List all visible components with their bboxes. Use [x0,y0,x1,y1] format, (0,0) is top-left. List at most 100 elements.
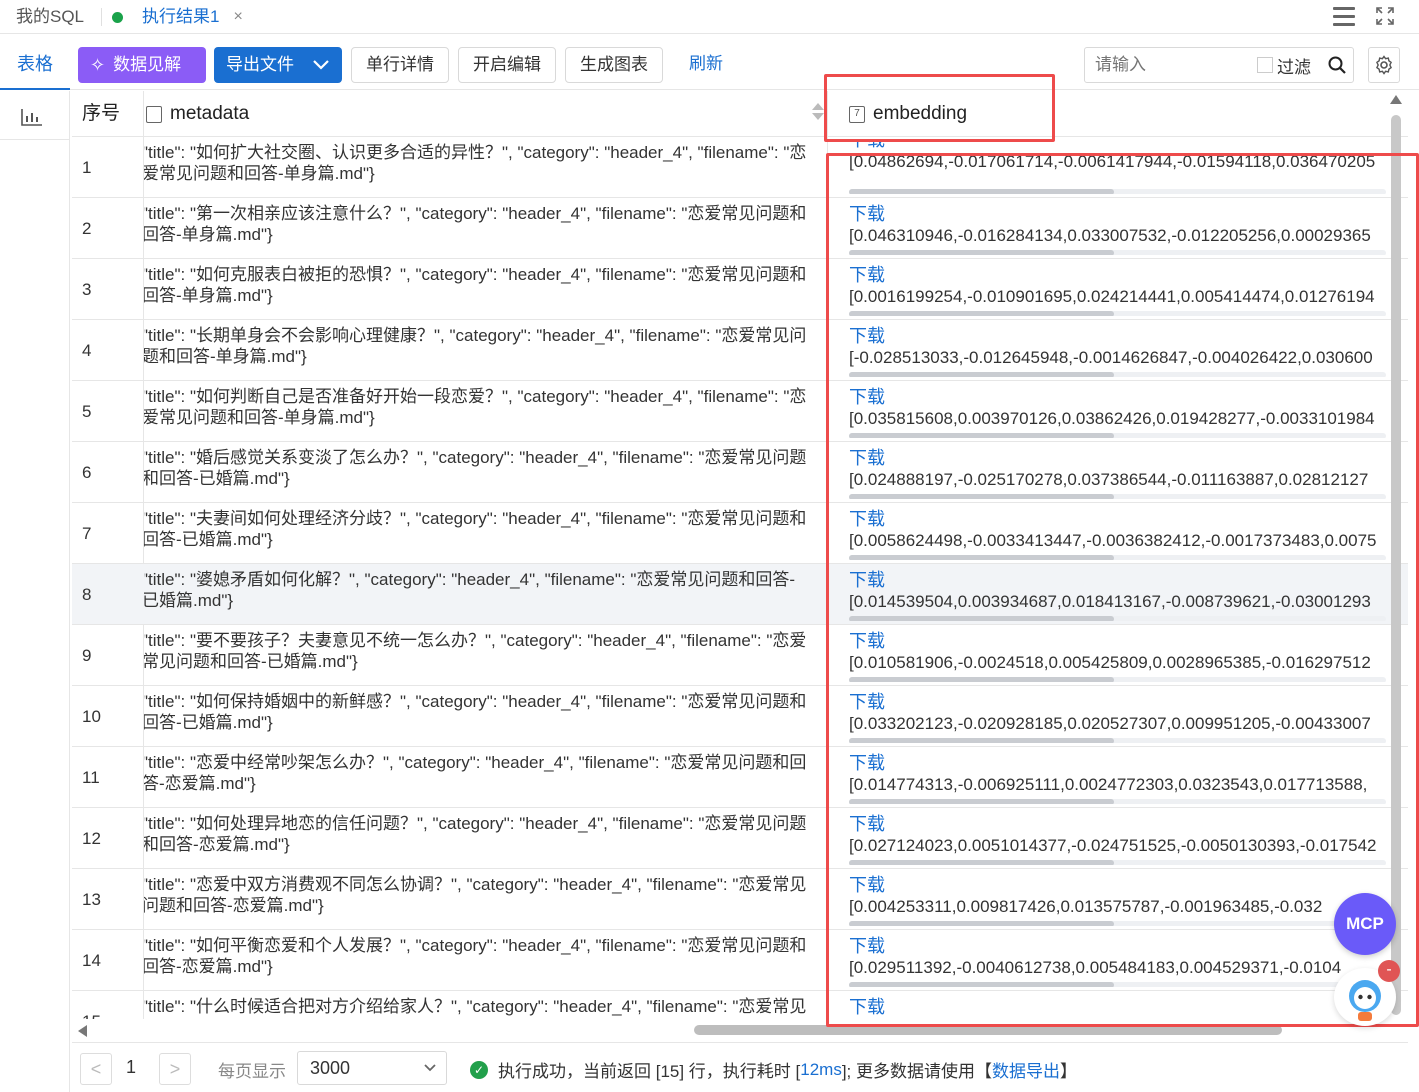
export-file-button[interactable]: 导出文件 [214,47,342,83]
per-page-select[interactable]: 3000 [297,1051,447,1085]
per-page-label: 每页显示 [218,1062,286,1081]
metadata-cell[interactable]: "title": "如何保持婚姻中的新鲜感？", "category": "he… [144,691,824,743]
row-index: 1 [82,158,92,177]
metadata-line-1: "title": "恋爱中双方消费观不同怎么协调？", "category": … [144,875,807,894]
text-type-icon [146,105,162,123]
row-index: 6 [82,463,92,482]
metadata-line-1: "title": "夫妻间如何处理经济分歧？", "category": "he… [144,509,807,528]
toolbar: 表格 ✧ 数据见解 导出文件 单行详情 开启编辑 生成图表 刷新 过滤 [0,38,1419,90]
status-suffix: 】 [1060,1062,1077,1081]
status-message: ✓ 执行成功，当前返回 [15] 行，执行耗时 [ 12ms ]; 更多数据请使… [470,1057,1077,1082]
metadata-line-2: 和回答-已婚篇.md"} [144,469,290,488]
metadata-cell[interactable]: "title": "夫妻间如何处理经济分歧？", "category": "he… [144,508,824,560]
metadata-line-1: "title": "长期单身会不会影响心理健康？", "category": "… [144,326,807,345]
metadata-line-2: 答-恋爱篇.md"} [144,774,256,793]
metadata-cell[interactable]: "title": "第一次相亲应该注意什么？", "category": "he… [144,203,824,255]
metadata-cell[interactable]: "title": "如何克服表白被拒的恐惧？", "category": "he… [144,264,824,316]
grid-header: 序号 metadata 7 embedding [72,91,1408,137]
metadata-line-1: "title": "恋爱中经常吵架怎么办？", "category": "hea… [144,753,807,772]
chevron-down-icon [313,60,329,70]
export-file-label: 导出文件 [226,55,294,74]
row-index: 10 [82,707,101,726]
success-icon: ✓ [470,1060,488,1079]
row-index: 9 [82,646,92,665]
metadata-cell[interactable]: "title": "长期单身会不会影响心理健康？", "category": "… [144,325,824,377]
metadata-line-2: 问题和回答-恋爱篇.md"} [144,896,324,915]
row-index: 14 [82,951,101,970]
generate-chart-button[interactable]: 生成图表 [565,47,663,83]
status-time: 12ms [800,1059,842,1079]
mcp-assistant-button[interactable]: MCP [1334,893,1396,955]
metadata-cell[interactable]: "title": "要不要孩子？夫妻意见不统一怎么办？", "category"… [144,630,824,682]
metadata-line-1: "title": "如何扩大社交圈、认识更多合适的异性？", "category… [144,143,807,162]
metadata-line-1: "title": "如何克服表白被拒的恐惧？", "category": "he… [144,265,807,284]
enable-edit-button[interactable]: 开启编辑 [458,47,556,83]
tab-table-view[interactable]: 表格 [0,38,70,90]
metadata-cell[interactable]: "title": "婚后感觉关系变淡了怎么办？", "category": "h… [144,447,824,499]
metadata-cell[interactable]: "title": "如何平衡恋爱和个人发展？", "category": "he… [144,935,824,987]
header-metadata[interactable]: metadata [146,91,249,137]
minimize-badge[interactable]: - [1378,960,1400,982]
row-index: 2 [82,219,92,238]
scroll-up-icon[interactable] [1390,95,1402,104]
menu-icon[interactable] [1333,7,1355,27]
data-insight-button[interactable]: ✧ 数据见解 [78,47,206,83]
header-index[interactable]: 序号 [82,91,120,137]
row-index: 13 [82,890,101,909]
metadata-cell[interactable]: "title": "如何处理异地恋的信任问题？", "category": "h… [144,813,824,865]
metadata-line-2: 常见问题和回答-已婚篇.md"} [144,652,358,671]
metadata-line-2: 题和回答-单身篇.md"} [144,347,307,366]
current-page: 1 [126,1057,137,1077]
data-export-link[interactable]: 数据导出 [992,1057,1060,1082]
filter-checkbox[interactable] [1257,57,1273,73]
row-index: 12 [82,829,101,848]
row-detail-button[interactable]: 单行详情 [351,47,449,83]
row-index: 3 [82,280,92,299]
next-page-button[interactable]: > [159,1053,191,1085]
metadata-cell[interactable]: "title": "恋爱中经常吵架怎么办？", "category": "hea… [144,752,824,804]
scroll-left-icon[interactable] [78,1025,87,1037]
metadata-cell[interactable]: "title": "什么时候适合把对方介绍给家人？", "category": … [144,996,824,1019]
metadata-cell[interactable]: "title": "如何判断自己是否准备好开始一段恋爱？", "category… [144,386,824,438]
download-link[interactable]: 下载 [849,142,1386,151]
tab-result-1[interactable]: 执行结果1 × [112,0,243,34]
close-icon[interactable]: × [233,0,242,34]
metadata-line-2: 已婚篇.md"} [144,591,234,610]
metadata-line-2: 回答-已婚篇.md"} [144,713,273,732]
refresh-button[interactable]: 刷新 [676,47,736,83]
row-index: 5 [82,402,92,421]
metadata-line-2: 爱常见问题和回答-单身篇.md"} [144,164,375,183]
side-divider [0,139,70,140]
search-input[interactable] [1095,50,1255,80]
tab-my-sql[interactable]: 我的SQL [16,0,84,34]
side-panel [0,91,70,1092]
metadata-line-1: "title": "要不要孩子？夫妻意见不统一怎么办？", "category"… [144,631,807,650]
settings-button[interactable] [1368,47,1400,83]
metadata-line-1: "title": "如何保持婚姻中的新鲜感？", "category": "he… [144,692,807,711]
status-mid: ]; 更多数据请使用【 [841,1062,992,1081]
row-index: 4 [82,341,92,360]
tab-result-label: 执行结果1 [142,7,220,26]
row-index: 11 [82,768,100,787]
expand-icon[interactable] [1375,6,1395,26]
search-icon[interactable] [1327,55,1347,75]
bar-chart-icon[interactable] [20,107,44,127]
metadata-line-2: 回答-单身篇.md"} [144,286,273,305]
metadata-cell[interactable]: "title": "婆媳矛盾如何化解？", "category": "heade… [144,569,824,621]
highlight-box-column [826,153,1419,1027]
bot-assistant-button[interactable]: - [1334,960,1400,1026]
metadata-cell[interactable]: "title": "恋爱中双方消费观不同怎么协调？", "category": … [144,874,824,926]
metadata-line-1: "title": "婆媳矛盾如何化解？", "category": "heade… [144,570,796,589]
metadata-line-1: "title": "什么时候适合把对方介绍给家人？", "category": … [144,997,807,1016]
metadata-line-1: "title": "如何判断自己是否准备好开始一段恋爱？", "category… [144,387,807,406]
prev-page-button[interactable]: < [80,1053,112,1085]
metadata-cell[interactable]: "title": "如何扩大社交圈、认识更多合适的异性？", "category… [144,142,824,194]
sort-icon[interactable] [812,103,824,125]
metadata-line-2: 和回答-恋爱篇.md"} [144,835,290,854]
sparkle-icon: ✧ [90,55,106,75]
metadata-line-1: "title": "婚后感觉关系变淡了怎么办？", "category": "h… [144,448,807,467]
metadata-line-2: 回答-单身篇.md"} [144,225,273,244]
tab-divider [101,8,102,26]
header-metadata-label: metadata [170,103,250,124]
metadata-line-1: "title": "如何平衡恋爱和个人发展？", "category": "he… [144,936,807,955]
